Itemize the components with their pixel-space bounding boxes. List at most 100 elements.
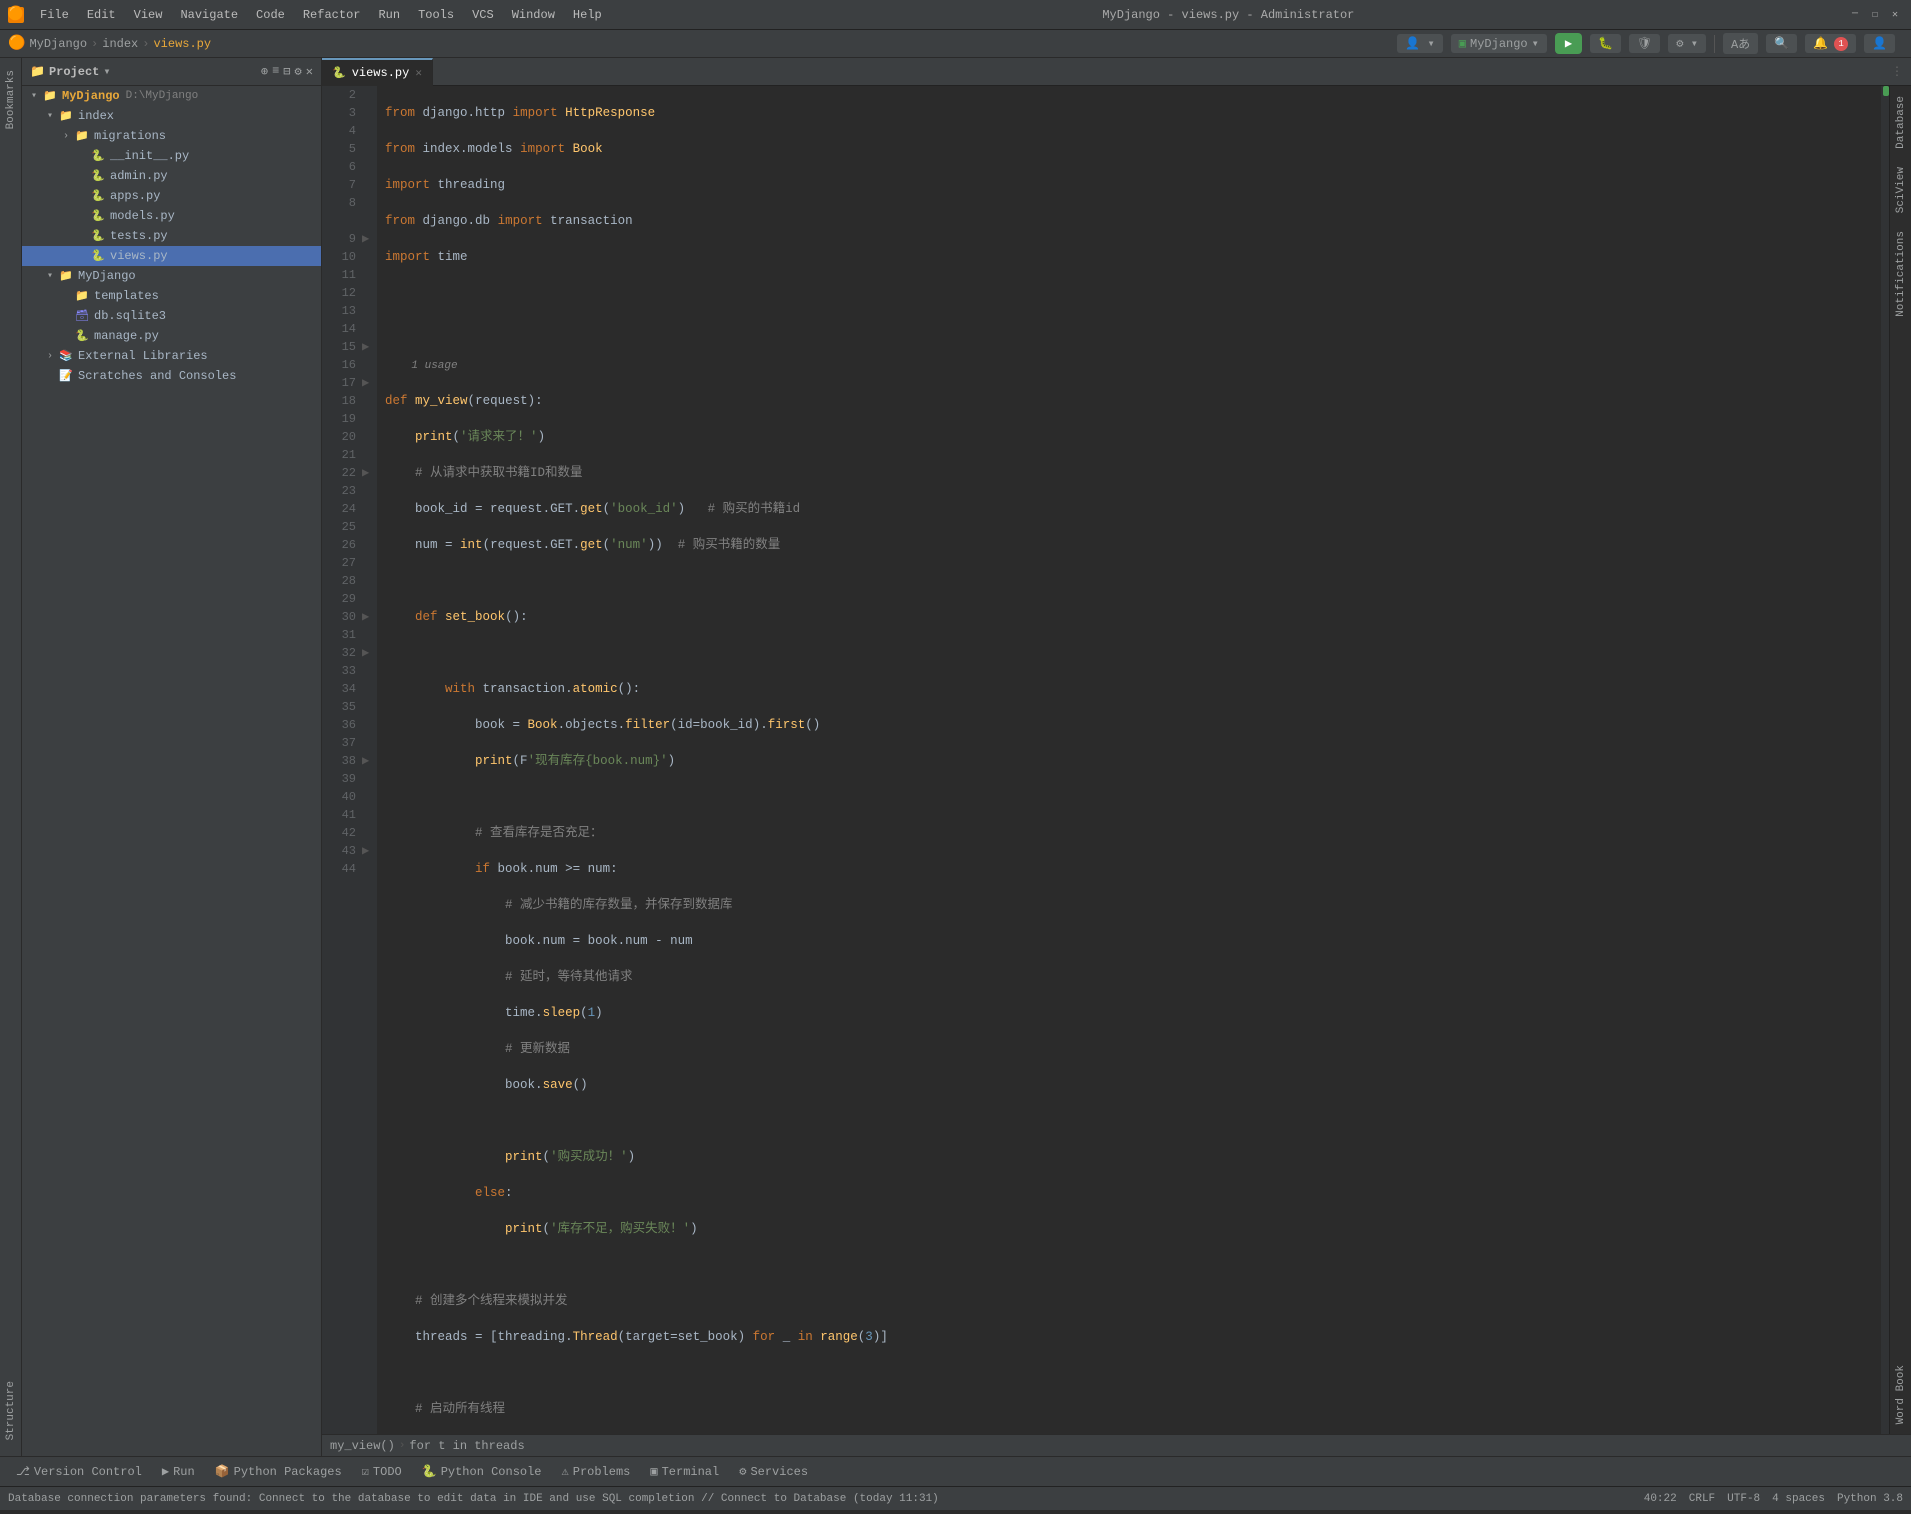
tab-views-py[interactable]: 🐍 views.py ✕ [322,58,433,86]
todo-btn[interactable]: ☑ TODO [354,1462,410,1481]
tree-folder-templates[interactable]: 📁 templates [22,286,321,306]
templates-folder-icon: 📁 [74,288,90,304]
code-line-20 [385,788,1873,806]
indent-size[interactable]: 4 spaces [1772,1493,1825,1505]
tree-file-admin[interactable]: 🐍 admin.py [22,166,321,186]
root-arrow: ▾ [26,90,42,102]
sidebar-hide-icon[interactable]: ✕ [306,64,313,79]
account-button[interactable]: 👤 ▾ [1397,34,1442,53]
tree-folder-extlibs[interactable]: › 📚 External Libraries [22,346,321,366]
notifications-button[interactable]: 🔔 1 [1805,34,1856,53]
tab-bar-menu[interactable]: ⋮ [1883,64,1911,79]
search-button[interactable]: 🔍 [1766,34,1797,53]
packages-label: Python Packages [234,1465,342,1479]
bbc-for[interactable]: for t in threads [409,1439,524,1453]
menu-tools[interactable]: Tools [410,6,462,24]
menu-edit[interactable]: Edit [79,6,124,24]
mini-scrollbar[interactable] [1881,86,1889,1434]
menu-file[interactable]: File [32,6,77,24]
sidebar-dropdown-arrow[interactable]: ▾ [103,64,110,79]
db-label: db.sqlite3 [94,309,166,323]
code-line-18: book = Book.objects.filter(id=book_id).f… [385,716,1873,734]
version-control-btn[interactable]: ⎇ Version Control [8,1462,150,1481]
run-panel-btn[interactable]: ▶ Run [154,1462,203,1481]
tree-folder-scratches[interactable]: 📝 Scratches and Consoles [22,366,321,386]
menu-code[interactable]: Code [248,6,293,24]
tree-file-tests[interactable]: 🐍 tests.py [22,226,321,246]
sciview-tab[interactable]: SciView [1895,161,1907,219]
code-line-32: print('库存不足，购买失败！') [385,1220,1873,1238]
breadcrumb-file[interactable]: views.py [153,37,211,51]
code-line-9: def my_view(request): [385,392,1873,410]
tab-label: views.py [352,66,410,80]
mydjango-arrow: ▾ [42,270,58,282]
minimize-button[interactable]: ─ [1847,7,1863,23]
tree-file-views[interactable]: 🐍 views.py [22,246,321,266]
encoding[interactable]: UTF-8 [1727,1493,1760,1505]
menu-view[interactable]: View [126,6,171,24]
tree-folder-index[interactable]: ▾ 📁 index [22,106,321,126]
sidebar-locate-icon[interactable]: ⊕ [261,64,268,79]
status-message[interactable]: Database connection parameters found: Co… [8,1493,939,1505]
migrations-arrow: › [58,131,74,142]
cursor-position[interactable]: 40:22 [1644,1493,1677,1505]
menu-vcs[interactable]: VCS [464,6,502,24]
wordbook-tab[interactable]: Word Book [1895,1359,1907,1430]
python-packages-btn[interactable]: 📦 Python Packages [207,1462,350,1481]
breadcrumb-project[interactable]: MyDjango [29,37,87,51]
sidebar-settings-icon[interactable]: ⚙ [295,64,302,79]
bookmarks-tab[interactable]: Bookmarks [3,62,19,137]
more-run-button[interactable]: ⚙ ▾ [1668,34,1706,53]
tree-item-root[interactable]: ▾ 📁 MyDjango D:\MyDjango [22,86,321,106]
debug-button[interactable]: 🐛 [1590,34,1621,53]
menu-run[interactable]: Run [370,6,408,24]
python-version[interactable]: Python 3.8 [1837,1493,1903,1505]
close-button[interactable]: ✕ [1887,7,1903,23]
tree-file-apps[interactable]: 🐍 apps.py [22,186,321,206]
editor-content: 2 3 4 5 6 7 8 · 9▶ 10 11 12 13 14 [322,86,1911,1434]
notifications-panel-tab[interactable]: Notifications [1895,225,1907,323]
code-line-5: from django.db import transaction [385,212,1873,230]
menu-navigate[interactable]: Navigate [172,6,246,24]
breadcrumb-index[interactable]: index [102,37,138,51]
db-icon: 🗃 [74,308,90,324]
tree-file-manage[interactable]: 🐍 manage.py [22,326,321,346]
breadcrumb-app: 🟠 [8,35,25,52]
tab-close-icon[interactable]: ✕ [415,66,422,80]
tree-file-models[interactable]: 🐍 models.py [22,206,321,226]
code-line-33 [385,1256,1873,1274]
tree-file-init[interactable]: 🐍 __init__.py [22,146,321,166]
tree-folder-migrations[interactable]: › 📁 migrations [22,126,321,146]
coverage-button[interactable]: 🛡 [1629,34,1660,53]
database-tab[interactable]: Database [1895,90,1907,155]
translate-button[interactable]: Aあ [1723,33,1758,54]
extlibs-arrow: › [42,351,58,362]
structure-tab[interactable]: Structure [3,1373,19,1448]
run-button[interactable]: ▶ [1555,33,1582,54]
menu-refactor[interactable]: Refactor [295,6,369,24]
run-label: Run [173,1465,195,1479]
terminal-btn[interactable]: ▣ Terminal [642,1462,727,1481]
tree-file-db[interactable]: 🗃 db.sqlite3 [22,306,321,326]
problems-btn[interactable]: ⚠ Problems [554,1462,639,1481]
code-line-usage: 1 usage [385,356,1873,374]
maximize-button[interactable]: ☐ [1867,7,1883,23]
code-editor[interactable]: 2 3 4 5 6 7 8 · 9▶ 10 11 12 13 14 [322,86,1889,1434]
sidebar-expand-icon[interactable]: ≡ [272,64,279,79]
bbc-function[interactable]: my_view() [330,1439,395,1453]
line-separator[interactable]: CRLF [1689,1493,1715,1505]
editor-bottom-breadcrumb: my_view() › for t in threads [322,1434,1911,1456]
menu-help[interactable]: Help [565,6,610,24]
packages-icon: 📦 [215,1464,230,1479]
services-btn[interactable]: ⚙ Services [731,1462,816,1481]
views-icon: 🐍 [90,248,106,264]
mydjango-dropdown[interactable]: ▣ MyDjango ▾ [1451,34,1547,53]
code-text-area[interactable]: from django.http import HttpResponse fro… [377,86,1881,1434]
todo-icon: ☑ [362,1464,369,1479]
tree-folder-mydjango[interactable]: ▾ 📁 MyDjango [22,266,321,286]
menu-window[interactable]: Window [504,6,563,24]
python-console-btn[interactable]: 🐍 Python Console [414,1462,550,1481]
views-label: views.py [110,249,168,263]
sidebar-collapse-icon[interactable]: ⊟ [283,64,290,79]
settings-button[interactable]: 👤 [1864,34,1895,53]
